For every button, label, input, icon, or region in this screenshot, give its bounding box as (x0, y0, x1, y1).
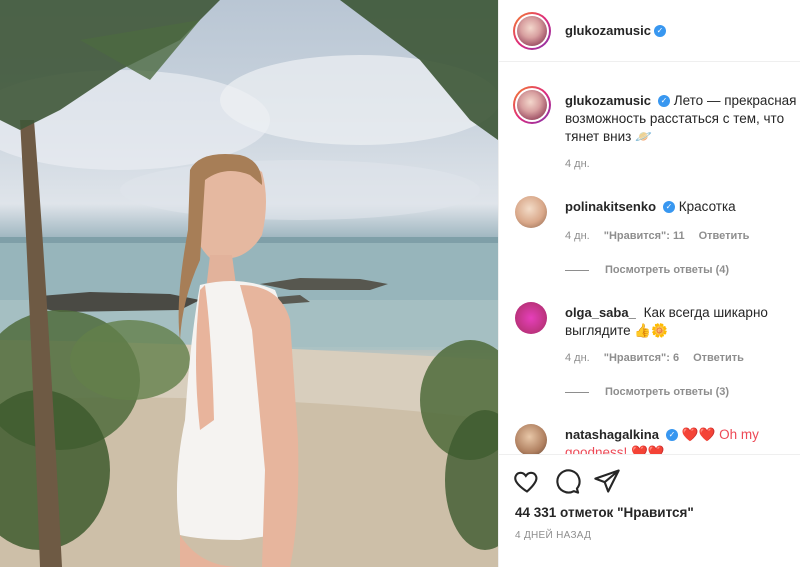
verified-badge-icon: ✓ (663, 201, 676, 214)
verified-badge-icon: ✓ (653, 24, 666, 37)
comment-text: olga_saba_ Как всегда шикарно выглядите … (565, 304, 789, 340)
caption-username[interactable]: glukozamusic (565, 93, 651, 108)
author-avatar[interactable] (513, 12, 551, 50)
comments-list[interactable]: glukozamusic ✓ Лето — прекрасная возможно… (499, 62, 800, 454)
beach-scene (0, 0, 498, 567)
author-username-row: glukozamusic ✓ (565, 22, 666, 40)
comment-text: polinakitsenko ✓ Красотка (565, 198, 800, 216)
caption-emoji: 🪐 (635, 129, 652, 144)
post-date[interactable]: 4 ДНЕЙ НАЗАД (515, 530, 591, 541)
comment-likes[interactable]: "Нравится": 11 (604, 230, 685, 242)
comment-likes[interactable]: "Нравится": 6 (604, 352, 679, 364)
heart-icon[interactable] (513, 467, 541, 495)
view-replies-button[interactable]: Посмотреть ответы (3) (565, 386, 729, 398)
view-replies-button[interactable]: Посмотреть ответы (4) (565, 264, 729, 276)
likes-count[interactable]: 44 331 отметок "Нравится" (515, 505, 694, 520)
share-icon[interactable] (593, 467, 621, 495)
view-replies-label: Посмотреть ответы (4) (605, 264, 730, 276)
post-footer: 44 331 отметок "Нравится" 4 ДНЕЙ НАЗАД (499, 454, 800, 567)
commenter-avatar[interactable] (515, 196, 547, 228)
post-photo[interactable] (0, 0, 498, 567)
comment-meta: 4 дн. "Нравится": 11 Ответить (565, 230, 763, 242)
comment-time[interactable]: 4 дн. (565, 352, 590, 364)
post-side-panel: glukozamusic ✓ glukozamusic ✓ Лето — прекр… (498, 0, 800, 567)
caption-text: glukozamusic ✓ Лето — прекрасная возможно… (565, 92, 800, 146)
author-username[interactable]: glukozamusic (565, 23, 651, 38)
caption-time[interactable]: 4 дн. (565, 158, 590, 170)
view-replies-label: Посмотреть ответы (3) (605, 386, 730, 398)
comment-username[interactable]: natashagalkina (565, 427, 659, 442)
comment-time[interactable]: 4 дн. (565, 230, 590, 242)
reply-button[interactable]: Ответить (699, 230, 750, 242)
comment-body: Красотка (678, 199, 736, 214)
commenter-avatar[interactable] (515, 302, 547, 334)
caption-meta: 4 дн. (565, 158, 604, 170)
reply-button[interactable]: Ответить (693, 352, 744, 364)
verified-badge-icon: ✓ (657, 95, 670, 108)
commenter-avatar[interactable] (515, 424, 547, 454)
post-header: glukozamusic ✓ (499, 0, 800, 62)
verified-badge-icon: ✓ (665, 429, 678, 442)
comment-username[interactable]: olga_saba_ (565, 305, 636, 320)
comment-meta: 4 дн. "Нравится": 6 Ответить (565, 352, 758, 364)
comment-username[interactable]: polinakitsenko (565, 199, 656, 214)
comment-text: natashagalkina ✓ ❤️❤️ Oh my goodness! ❤️❤… (565, 426, 789, 454)
caption-avatar[interactable] (513, 86, 551, 124)
comment-icon[interactable] (553, 467, 581, 495)
